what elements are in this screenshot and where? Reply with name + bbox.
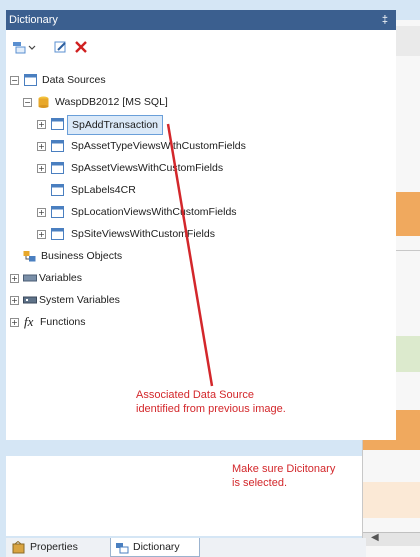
table-icon	[51, 228, 64, 240]
variables-icon	[23, 274, 37, 282]
tree-label: SpAssetViewsWithCustomFields	[71, 162, 224, 174]
function-icon: fx	[24, 314, 34, 329]
tree-label: SpLocationViewsWithCustomFields	[71, 206, 237, 218]
annotation-line: is selected.	[232, 477, 288, 489]
annotation-dictionary: Make sure Dicitonary is selected.	[232, 462, 335, 490]
edit-icon[interactable]	[54, 40, 68, 54]
annotation-line: Make sure Dicitonary	[232, 463, 336, 475]
database-icon	[38, 96, 49, 108]
table-icon	[51, 162, 64, 174]
pin-icon[interactable]: ‡	[382, 10, 388, 30]
panel-titlebar: Dictionary ‡	[6, 10, 396, 30]
table-icon	[51, 184, 64, 196]
collapse-icon[interactable]: −	[10, 76, 19, 85]
panel-lower-area: Make sure Dicitonary is selected.	[6, 456, 362, 536]
business-objects-icon	[23, 251, 36, 262]
table-icon	[51, 118, 64, 130]
expand-icon[interactable]: +	[37, 164, 46, 173]
tab-properties[interactable]: Properties	[10, 538, 106, 557]
tree-label: System Variables	[39, 294, 120, 306]
data-sources-icon	[24, 74, 37, 86]
tab-label: Properties	[30, 541, 78, 553]
delete-icon[interactable]	[74, 40, 88, 54]
toolbar	[6, 32, 396, 60]
tab-label: Dictionary	[133, 541, 180, 553]
annotation-line: identified from previous image.	[136, 403, 286, 415]
panel-title: Dictionary	[9, 14, 58, 26]
chevron-down-icon[interactable]	[28, 40, 36, 54]
collapse-icon[interactable]: −	[23, 98, 32, 107]
tree-label: SpSiteViewsWithCustomFields	[71, 228, 215, 240]
annotation-line: Associated Data Source	[136, 389, 255, 401]
tree-label: SpLabels4CR	[71, 184, 136, 196]
tree-label: Data Sources	[42, 74, 106, 86]
expand-icon[interactable]: +	[10, 318, 19, 327]
dictionary-panel: Dictionary ‡ − Data Sources − WaspDB2012…	[6, 10, 396, 440]
table-icon	[51, 140, 64, 152]
tree-label: SpAssetTypeViewsWithCustomFields	[71, 140, 246, 152]
scroll-left-arrow[interactable]: ◀	[371, 532, 379, 543]
tree-label: Variables	[39, 272, 82, 284]
tree-label: WaspDB2012 [MS SQL]	[55, 96, 168, 108]
bottom-tabs: Properties Dictionary	[6, 538, 366, 557]
table-icon	[51, 206, 64, 218]
tree-label: SpAddTransaction	[67, 115, 163, 135]
expand-icon[interactable]: +	[10, 296, 19, 305]
annotation-data-source: Associated Data Source identified from p…	[136, 388, 286, 416]
expand-icon[interactable]: +	[37, 208, 46, 217]
new-item-icon[interactable]	[12, 40, 26, 54]
dictionary-icon	[116, 543, 129, 554]
expand-icon[interactable]: +	[37, 142, 46, 151]
expand-icon[interactable]: +	[37, 120, 46, 129]
expand-icon[interactable]: +	[37, 230, 46, 239]
tree-label: Functions	[40, 316, 86, 328]
properties-icon	[12, 541, 25, 554]
expand-icon[interactable]: +	[10, 274, 19, 283]
separator-strip	[6, 440, 362, 456]
system-variables-icon	[23, 296, 37, 304]
tab-dictionary[interactable]: Dictionary	[110, 538, 200, 557]
tree-label: Business Objects	[41, 250, 123, 262]
